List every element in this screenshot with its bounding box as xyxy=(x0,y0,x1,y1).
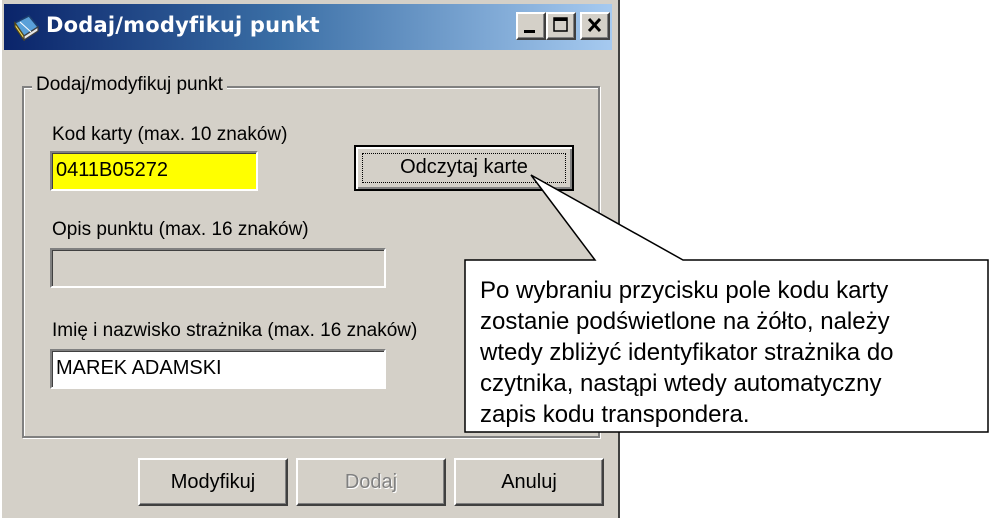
callout-text: Po wybraniu przycisku pole kodu karty zo… xyxy=(480,275,960,430)
callout-line: Po wybraniu przycisku pole kodu karty xyxy=(480,277,889,304)
callout-bubble xyxy=(464,174,989,433)
callout-line: zapis kodu transpondera. xyxy=(480,401,750,428)
callout-line: zostanie podświetlone na żółto, należy xyxy=(480,308,890,335)
callout-line: wtedy zbliżyć identyfikator strażnika do xyxy=(480,339,894,366)
callout-line: czytnika, nastąpi wtedy automatyczny xyxy=(480,370,882,397)
